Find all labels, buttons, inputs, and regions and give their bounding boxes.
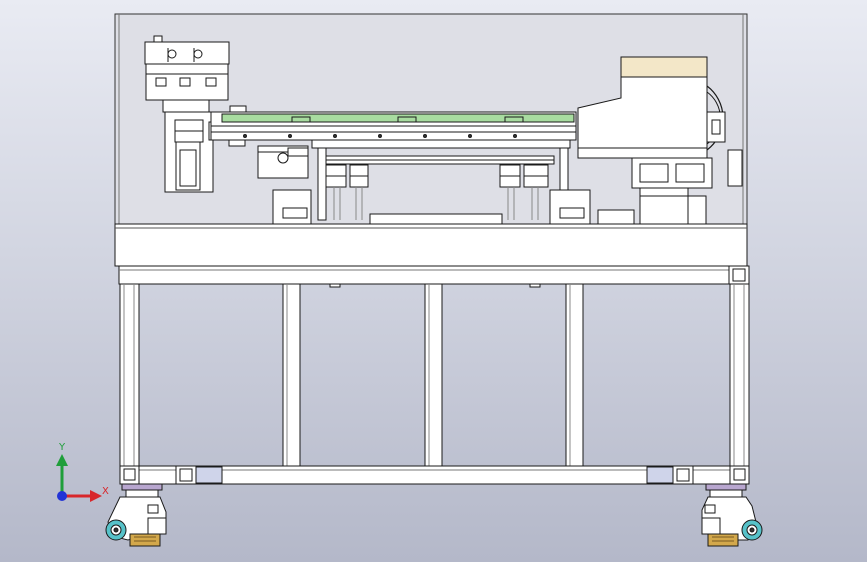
z-axis-origin [57,491,67,501]
y-axis-label: Y [59,442,66,453]
x-axis-arrow [90,490,102,502]
cad-viewport[interactable]: Y X [0,0,867,562]
y-axis-arrow [56,454,68,466]
x-axis-label: X [102,486,109,497]
axis-triad [56,454,102,502]
